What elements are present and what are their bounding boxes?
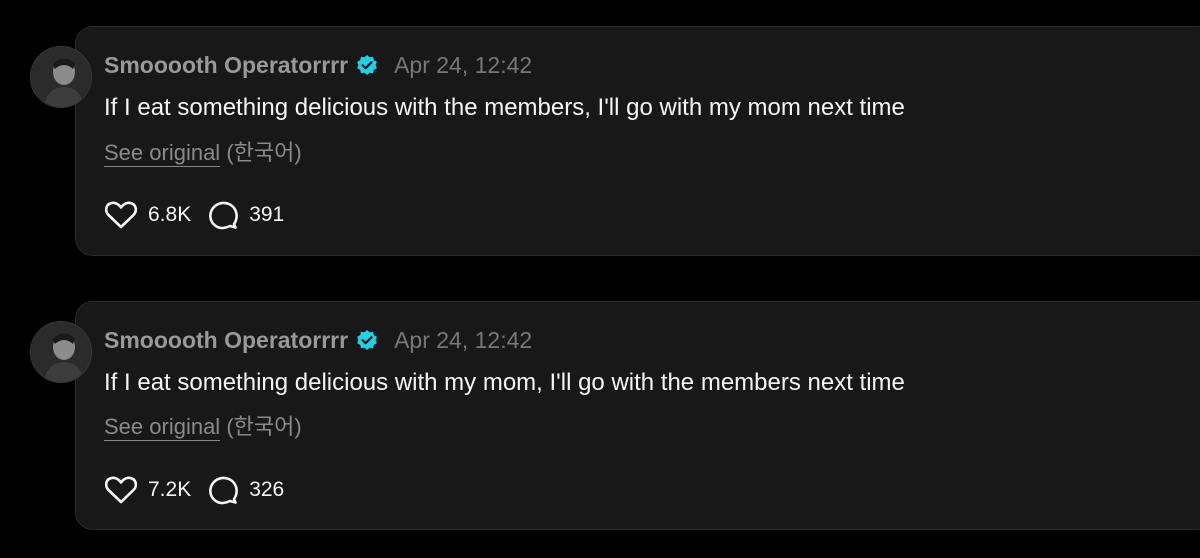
see-original-link[interactable]: See original: [104, 140, 221, 167]
timestamp[interactable]: Apr 24, 12:42: [394, 51, 532, 79]
like-button[interactable]: 6.8K: [104, 200, 191, 230]
reply-count: 391: [249, 203, 285, 226]
avatar[interactable]: [30, 321, 92, 383]
verified-badge-icon: [356, 329, 378, 351]
timestamp[interactable]: Apr 24, 12:42: [394, 326, 532, 354]
username[interactable]: Smooooth Operatorrrr: [104, 326, 348, 354]
speech-bubble-icon: [207, 475, 239, 505]
translation-note: See original (한국어): [104, 413, 302, 441]
post-text: If I eat something delicious with the me…: [104, 94, 905, 121]
post-header: Smooooth Operatorrrr Apr 24, 12:42: [104, 326, 532, 354]
post-text: If I eat something delicious with my mom…: [104, 369, 905, 396]
translation-note: See original (한국어): [104, 139, 302, 167]
reply-count: 326: [249, 478, 285, 501]
like-count: 7.2K: [148, 478, 192, 501]
post-actions: 7.2K 326: [104, 475, 284, 505]
original-language: (한국어): [226, 414, 302, 439]
see-original-link[interactable]: See original: [104, 414, 221, 441]
reply-button[interactable]: 326: [207, 475, 284, 505]
speech-bubble-icon: [207, 200, 239, 230]
like-count: 6.8K: [148, 203, 192, 226]
verified-badge-icon: [356, 54, 378, 76]
like-button[interactable]: 7.2K: [104, 475, 191, 505]
heart-icon: [104, 475, 138, 505]
heart-icon: [104, 200, 138, 230]
post-actions: 6.8K 391: [104, 200, 284, 230]
username[interactable]: Smooooth Operatorrrr: [104, 51, 348, 79]
original-language: (한국어): [226, 140, 302, 165]
post-header: Smooooth Operatorrrr Apr 24, 12:42: [104, 51, 532, 79]
avatar[interactable]: [30, 46, 92, 108]
reply-button[interactable]: 391: [207, 200, 284, 230]
